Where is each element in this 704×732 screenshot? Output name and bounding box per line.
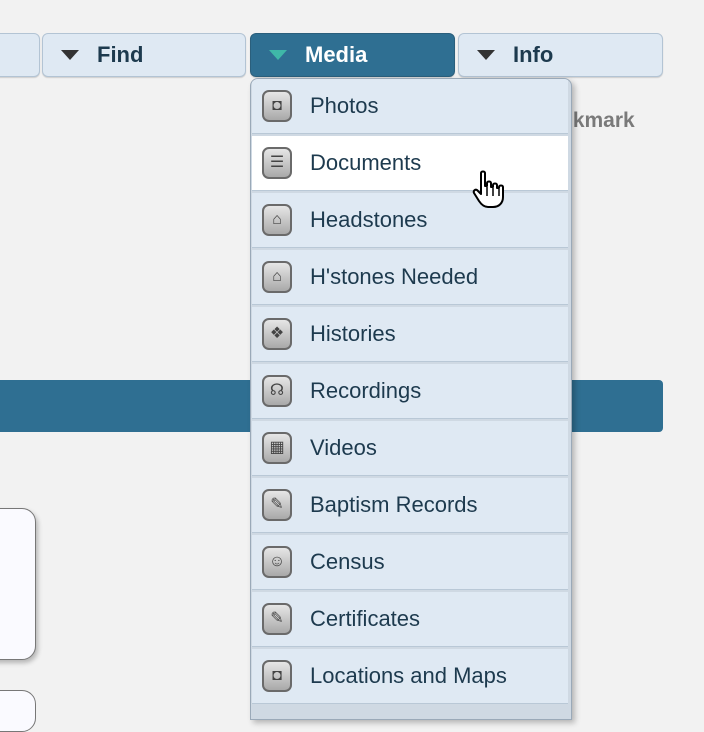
camera-icon: ◘ (262, 90, 292, 122)
menu-item-label: Certificates (310, 606, 421, 631)
headstone-icon: ⌂ (262, 261, 292, 293)
menu-item-label: Photos (310, 93, 379, 118)
caret-down-icon (61, 50, 79, 60)
caret-down-icon (477, 50, 495, 60)
menu-item-documents[interactable]: ☰ Documents (252, 136, 568, 191)
record-icon: ✎ (262, 489, 292, 521)
document-icon: ☰ (262, 147, 292, 179)
tab-info-label: Info (513, 42, 554, 67)
media-dropdown-menu: ◘ Photos ☰ Documents ⌂ Headstones ⌂ H'st… (250, 78, 572, 720)
menu-item-histories[interactable]: ❖ Histories (252, 307, 568, 362)
menu-item-label: Documents (310, 150, 422, 175)
menu-item-label: Locations and Maps (310, 663, 507, 688)
tab-media-label: Media (305, 42, 368, 67)
headphones-icon: ☊ (262, 375, 292, 407)
menu-item-label: Videos (310, 435, 377, 460)
menu-item-recordings[interactable]: ☊ Recordings (252, 364, 568, 419)
menu-item-hstones-needed[interactable]: ⌂ H'stones Needed (252, 250, 568, 305)
menu-item-locations-and-maps[interactable]: ◘ Locations and Maps (252, 649, 568, 704)
caret-down-icon (269, 50, 287, 60)
tab-previous[interactable] (0, 33, 40, 77)
certificate-icon: ✎ (262, 603, 292, 635)
menu-item-videos[interactable]: ▦ Videos (252, 421, 568, 476)
menu-item-label: Histories (310, 321, 396, 346)
book-icon: ❖ (262, 318, 292, 350)
film-icon: ▦ (262, 432, 292, 464)
content-panel (0, 508, 36, 660)
headstone-icon: ⌂ (262, 204, 292, 236)
tab-media[interactable]: Media (250, 33, 455, 77)
menu-item-census[interactable]: ☺ Census (252, 535, 568, 590)
menu-item-photos[interactable]: ◘ Photos (252, 79, 568, 134)
hand-cursor-icon (472, 170, 504, 208)
tab-find[interactable]: Find (42, 33, 246, 77)
menu-item-certificates[interactable]: ✎ Certificates (252, 592, 568, 647)
tab-info[interactable]: Info (458, 33, 663, 77)
menu-item-label: Baptism Records (310, 492, 478, 517)
camera-icon: ◘ (262, 660, 292, 692)
menu-item-headstones[interactable]: ⌂ Headstones (252, 193, 568, 248)
menu-item-baptism-records[interactable]: ✎ Baptism Records (252, 478, 568, 533)
menu-item-label: Headstones (310, 207, 428, 232)
menu-item-label: H'stones Needed (310, 264, 479, 289)
tab-find-label: Find (97, 42, 144, 67)
content-panel-lower (0, 690, 36, 732)
menu-item-label: Census (310, 549, 385, 574)
people-icon: ☺ (262, 546, 292, 578)
menu-item-label: Recordings (310, 378, 422, 403)
